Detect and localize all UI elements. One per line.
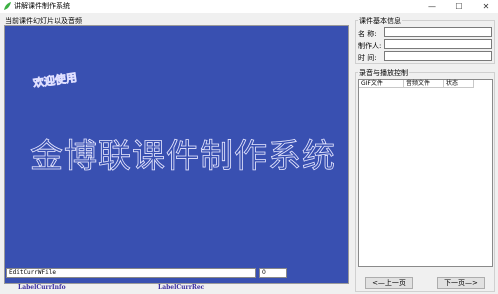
time-label: 时 间: <box>358 54 377 62</box>
label-current-info: LabelCurrInfo <box>18 284 66 291</box>
title-bar: 讲解课件制作系统 — ☐ ✕ <box>0 0 498 13</box>
slide-title: 金博联课件制作系统 <box>30 136 336 176</box>
name-label: 名 称: <box>358 30 377 38</box>
time-input[interactable] <box>384 51 492 61</box>
file-list[interactable]: GIF文件 音频文件 状态 <box>358 79 493 267</box>
app-leaf-icon <box>4 2 11 10</box>
slide-preview: 欢迎使用 金博联课件制作系统 <box>4 25 349 284</box>
current-rec-input[interactable]: 0 <box>259 268 287 278</box>
info-group-title: 课件基本信息 <box>358 16 402 26</box>
prev-page-button[interactable]: <—上一页 <box>365 277 413 289</box>
maximize-button[interactable]: ☐ <box>447 0 471 13</box>
column-status[interactable]: 状态 <box>444 80 474 88</box>
welcome-text: 欢迎使用 <box>32 70 78 91</box>
column-audio-file[interactable]: 音频文件 <box>404 80 444 88</box>
column-gif-file[interactable]: GIF文件 <box>359 80 404 88</box>
current-file-input[interactable]: EditCurrWFile <box>6 268 256 278</box>
close-button[interactable]: ✕ <box>474 0 498 13</box>
minimize-button[interactable]: — <box>420 0 444 13</box>
label-current-rec: LabelCurrRec <box>158 284 205 291</box>
window-title: 讲解课件制作系统 <box>14 2 70 10</box>
name-input[interactable] <box>384 27 492 37</box>
author-input[interactable] <box>384 39 492 49</box>
next-page-button[interactable]: 下一页—> <box>437 277 485 289</box>
control-group-title: 录音与播放控制 <box>358 68 409 78</box>
author-label: 制作人: <box>358 42 382 50</box>
